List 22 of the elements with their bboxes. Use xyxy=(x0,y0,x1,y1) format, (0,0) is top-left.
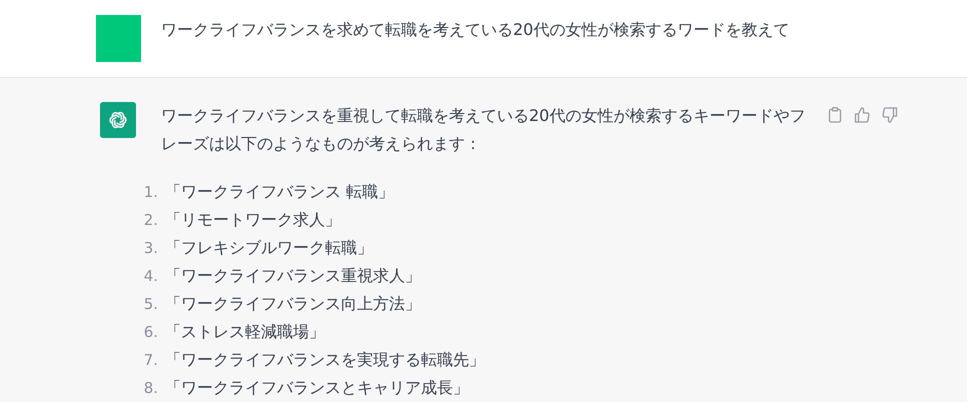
user-avatar xyxy=(96,15,141,62)
list-item: 「ワークライフバランスとキャリア成長」 xyxy=(165,378,469,398)
list-item: 「ワークライフバランス重視求人」 xyxy=(165,266,421,286)
list-number: 7. xyxy=(142,351,158,369)
copy-icon[interactable] xyxy=(826,105,844,125)
list-number: 1. xyxy=(142,183,158,201)
list-item: 「フレキシブルワーク転職」 xyxy=(165,238,373,258)
list-number: 8. xyxy=(142,379,158,397)
list-item: 「ワークライフバランス 転職」 xyxy=(165,182,394,202)
thumbs-down-icon[interactable] xyxy=(880,105,900,125)
list-number: 2. xyxy=(142,211,158,229)
list-number: 6. xyxy=(142,323,158,341)
list-number: 5. xyxy=(142,295,158,313)
list-item: 「ワークライフバランス向上方法」 xyxy=(165,294,421,314)
user-message: ワークライフバランスを求めて転職を考えている20代の女性が検索するワードを教えて xyxy=(161,19,790,41)
list-number: 3. xyxy=(142,239,158,257)
list-item: 「ストレス軽減職場」 xyxy=(165,322,325,342)
list-number: 4. xyxy=(142,267,158,285)
list-item: 「リモートワーク求人」 xyxy=(165,210,341,230)
assistant-message: ワークライフバランスを重視して転職を考えている20代の女性が検索するキーワードやフレーズは以下のようなものが考えられます： xyxy=(161,105,806,155)
thumbs-up-icon[interactable] xyxy=(852,105,872,125)
list-item: 「ワークライフバランスを実現する転職先」 xyxy=(165,350,485,370)
